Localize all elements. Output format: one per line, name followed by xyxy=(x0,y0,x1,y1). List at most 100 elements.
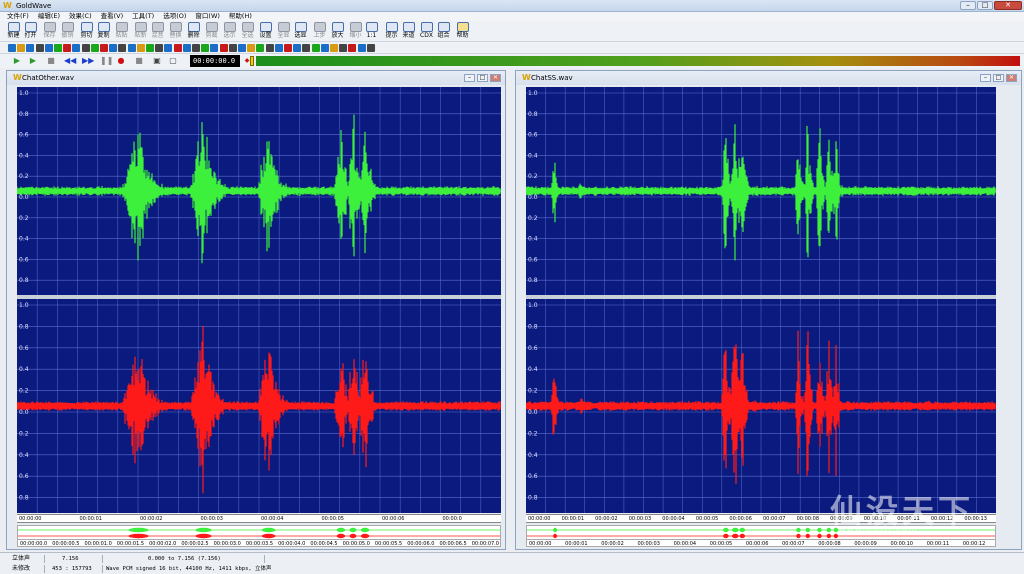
menu-item-7[interactable]: 帮助(H) xyxy=(229,12,252,21)
toolbar-button-23[interactable]: CDX xyxy=(419,22,434,41)
doc-close-button[interactable]: ✕ xyxy=(490,74,501,82)
stop-icon[interactable]: ■ xyxy=(46,56,56,66)
menu-item-0[interactable]: 文件(F) xyxy=(7,12,29,21)
toolbar-button-9[interactable]: 替换 xyxy=(168,22,183,41)
toolbar-button-21[interactable]: 提示 xyxy=(384,22,399,41)
toolbar-button-4[interactable]: 剪切 xyxy=(79,22,94,41)
effect-tool-icon[interactable] xyxy=(72,44,81,52)
toolbar-button-6[interactable]: 粘贴 xyxy=(114,22,129,41)
effect-tool-icon[interactable] xyxy=(219,44,228,52)
toolbar-button-20[interactable]: 1:1 xyxy=(364,22,379,41)
effect-tool-icon[interactable] xyxy=(182,44,191,52)
overview-pane[interactable]: 00:00:00.0 00:00:00.5 00:00:01.0 00:00:01.5… xyxy=(17,525,501,547)
effect-tool-icon[interactable] xyxy=(293,44,302,52)
left-channel-plot[interactable]: 1.0 0.8 0.6 0.4 0.2 0.0 0.2 0.4 0.6 0.8 xyxy=(17,87,501,295)
doc-close-button[interactable]: ✕ xyxy=(1006,74,1017,82)
effect-tool-icon[interactable] xyxy=(302,44,311,52)
fast-forward-icon[interactable]: ▶▶ xyxy=(82,56,94,66)
record-icon[interactable]: ● xyxy=(116,56,126,66)
record-mode-icon[interactable]: ▣ xyxy=(152,56,162,66)
doc-minimize-button[interactable]: – xyxy=(980,74,991,82)
effect-tool-icon[interactable] xyxy=(146,44,154,52)
effect-tool-icon[interactable] xyxy=(284,44,292,52)
effect-tool-icon[interactable] xyxy=(8,44,16,52)
toolbar-button-17[interactable]: 上步 xyxy=(312,22,327,41)
toolbar-button-7[interactable]: 粘新 xyxy=(133,22,148,41)
effect-tool-icon[interactable] xyxy=(26,44,35,52)
effect-tool-icon[interactable] xyxy=(311,44,320,52)
maximize-button[interactable]: □ xyxy=(977,1,993,10)
right-channel-plot[interactable]: 1.0 0.8 0.6 0.4 0.2 0.0 0.2 0.4 0.6 0.8 xyxy=(526,299,996,513)
effect-tool-icon[interactable] xyxy=(90,44,99,52)
menu-item-3[interactable]: 查看(V) xyxy=(101,12,124,21)
effect-tool-icon[interactable] xyxy=(238,44,246,52)
effect-tool-icon[interactable] xyxy=(136,44,145,52)
effect-tool-icon[interactable] xyxy=(320,44,329,52)
toolbar-button-15[interactable]: 全显 xyxy=(276,22,291,41)
menu-item-1[interactable]: 编辑(E) xyxy=(38,12,60,21)
effect-tool-icon[interactable] xyxy=(348,44,357,52)
menu-item-6[interactable]: 窗口(W) xyxy=(195,12,220,21)
menu-item-2[interactable]: 效果(C) xyxy=(69,12,92,21)
doc-minimize-button[interactable]: – xyxy=(464,74,475,82)
toolbar-button-2[interactable]: 保存 xyxy=(42,22,57,41)
toolbar-button-18[interactable]: 放大 xyxy=(330,22,345,41)
volume-slider-handle[interactable] xyxy=(250,56,254,66)
left-channel-plot[interactable]: 1.0 0.8 0.6 0.4 0.2 0.0 0.2 0.4 0.6 0.8 xyxy=(526,87,996,295)
rewind-icon[interactable]: ◀◀ xyxy=(64,56,76,66)
effect-tool-icon[interactable] xyxy=(173,44,182,52)
toolbar-button-24[interactable]: 组合 xyxy=(436,22,451,41)
effect-tool-icon[interactable] xyxy=(201,44,210,52)
effect-tool-icon[interactable] xyxy=(118,44,127,52)
doc-maximize-button[interactable]: □ xyxy=(993,74,1004,82)
toolbar-button-22[interactable]: 来道 xyxy=(401,22,416,41)
pause-icon[interactable]: ❚❚ xyxy=(100,56,113,66)
effect-tool-icon[interactable] xyxy=(330,44,338,52)
toolbar-button-19[interactable]: 缩小 xyxy=(348,22,363,41)
play-icon[interactable]: ▶ xyxy=(12,56,22,66)
right-channel-plot[interactable]: 1.0 0.8 0.6 0.4 0.2 0.0 0.2 0.4 0.6 0.8 xyxy=(17,299,501,513)
doc-maximize-button[interactable]: □ xyxy=(477,74,488,82)
toolbar-button-3[interactable]: 撤销 xyxy=(60,22,75,41)
toolbar-button-16[interactable]: 选显 xyxy=(293,22,308,41)
toolbar-button-11[interactable]: 剪裁 xyxy=(204,22,219,41)
effect-tool-icon[interactable] xyxy=(339,44,348,52)
effect-tool-icon[interactable] xyxy=(256,44,265,52)
effect-tool-icon[interactable] xyxy=(127,44,136,52)
menu-item-4[interactable]: 工具(T) xyxy=(132,12,154,21)
toolbar-button-5[interactable]: 复制 xyxy=(96,22,111,41)
effect-tool-icon[interactable] xyxy=(228,44,237,52)
effect-tool-icon[interactable] xyxy=(54,44,62,52)
effect-tool-icon[interactable] xyxy=(265,44,274,52)
effect-tool-icon[interactable] xyxy=(366,44,375,52)
effect-tool-icon[interactable] xyxy=(357,44,366,52)
effect-tool-icon[interactable] xyxy=(155,44,164,52)
toolbar-button-10[interactable]: 删除 xyxy=(186,22,201,41)
menu-item-5[interactable]: 选项(O) xyxy=(163,12,186,21)
effect-tool-icon[interactable] xyxy=(210,44,219,52)
time-ruler[interactable]: 00:00:00 00:00:01 00:00:02 00:00:03 00:00:04… xyxy=(17,514,501,523)
record-stop-icon[interactable]: ■ xyxy=(134,56,144,66)
toolbar-button-8[interactable]: 混音 xyxy=(150,22,165,41)
effect-tool-icon[interactable] xyxy=(44,44,53,52)
effect-tool-icon[interactable] xyxy=(81,44,90,52)
control-props-icon[interactable]: ▢ xyxy=(168,56,178,66)
effect-tool-icon[interactable] xyxy=(17,44,26,52)
effect-tool-icon[interactable] xyxy=(164,44,173,52)
minimize-button[interactable]: – xyxy=(960,1,976,10)
effect-tool-icon[interactable] xyxy=(192,44,200,52)
effect-tool-icon[interactable] xyxy=(274,44,283,52)
effect-tool-icon[interactable] xyxy=(63,44,72,52)
close-button[interactable]: ✕ xyxy=(994,1,1022,10)
effect-tool-icon[interactable] xyxy=(247,44,256,52)
toolbar-button-1[interactable]: 打开 xyxy=(23,22,38,41)
toolbar-button-25[interactable]: 帮助 xyxy=(455,22,470,41)
toolbar-button-13[interactable]: 全选 xyxy=(240,22,255,41)
play-selection-icon[interactable]: ▶ xyxy=(28,56,38,66)
toolbar-button-0[interactable]: 新建 xyxy=(6,22,21,41)
toolbar-button-12[interactable]: 选示 xyxy=(222,22,237,41)
toolbar-button-14[interactable]: 设置 xyxy=(258,22,273,41)
effect-tool-icon[interactable] xyxy=(109,44,118,52)
effect-tool-icon[interactable] xyxy=(100,44,108,52)
effect-tool-icon[interactable] xyxy=(35,44,44,52)
